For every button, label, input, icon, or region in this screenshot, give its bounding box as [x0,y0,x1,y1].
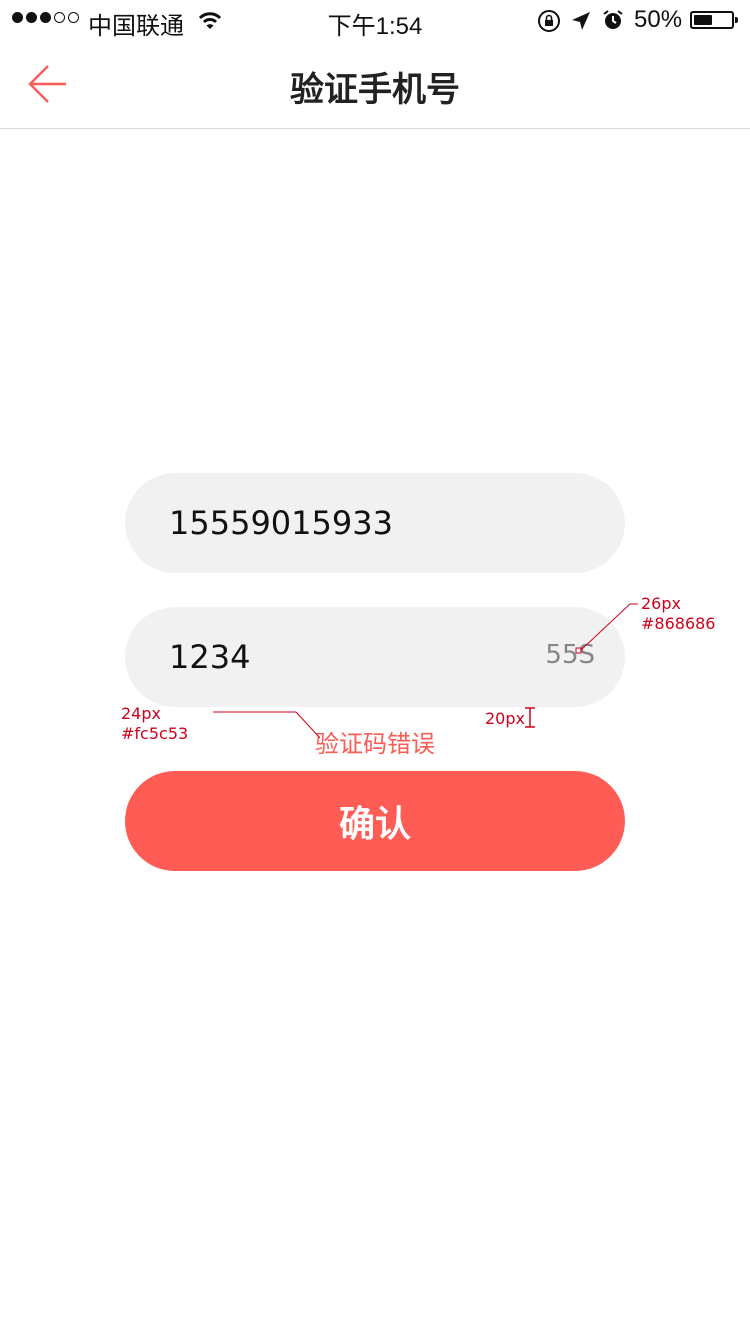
annotation-countdown-size: 26px [641,594,681,613]
battery-icon [690,11,738,29]
battery-percent: 50% [634,6,683,33]
annotation-spacing: 20px [485,709,525,728]
phone-field[interactable] [125,473,625,573]
rotation-lock-icon [537,9,561,40]
verification-code-input[interactable] [169,607,529,707]
status-bar: 中国联通 下午1:54 50% [0,0,750,40]
location-arrow-icon [571,10,591,38]
confirm-button[interactable]: 确认 [125,771,625,871]
annotation-error-color: #fc5c53 [121,724,189,743]
navigation-bar: 验证手机号 [0,40,750,129]
annotation-countdown-color: #868686 [641,614,716,633]
annotation-error-size: 24px [121,704,161,723]
phone-input[interactable] [169,473,529,573]
page-title: 验证手机号 [290,71,460,109]
error-message: 验证码错误 [315,731,435,758]
alarm-clock-icon [602,9,624,38]
verification-code-field[interactable]: 55S [125,607,625,707]
resend-countdown: 55S [545,640,595,670]
